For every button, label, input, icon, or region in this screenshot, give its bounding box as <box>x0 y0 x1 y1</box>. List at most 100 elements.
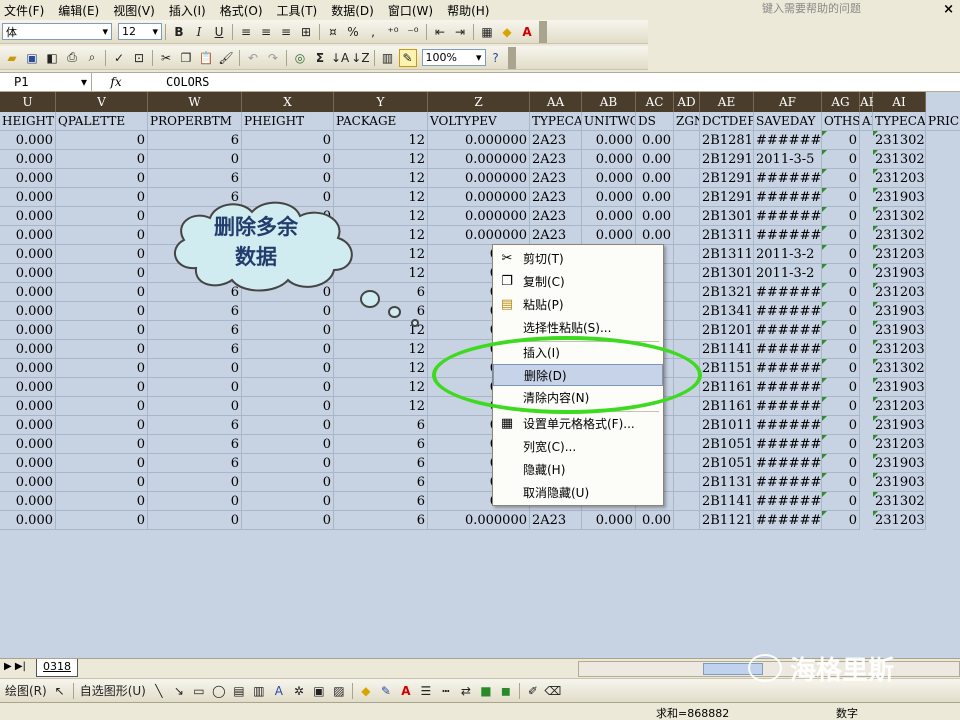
table-cell[interactable]: 231903 <box>873 321 926 340</box>
table-cell[interactable]: 2B1141 <box>700 340 754 359</box>
table-cell[interactable]: 2B1161 <box>700 378 754 397</box>
shadow-icon[interactable]: ■ <box>477 682 495 700</box>
menu-item-format-cells[interactable]: ▦ 设置单元格格式(F)... <box>493 413 663 435</box>
chart-wizard-icon[interactable]: ▥ <box>379 49 397 67</box>
table-cell[interactable]: 6 <box>334 492 428 511</box>
table-cell[interactable] <box>674 150 700 169</box>
table-cell[interactable]: 2011-3-5 <box>754 150 822 169</box>
column-header[interactable]: AB <box>582 92 636 112</box>
field-header-cell[interactable]: PHEIGHT <box>242 112 334 131</box>
comma-button[interactable]: , <box>364 23 382 41</box>
field-header-cell[interactable]: HEIGHT <box>0 112 56 131</box>
table-cell[interactable]: 0 <box>56 492 148 511</box>
table-cell[interactable]: 231302 <box>873 226 926 245</box>
table-cell[interactable]: 0.000 <box>0 283 56 302</box>
table-cell[interactable]: 0.00 <box>636 226 674 245</box>
table-cell[interactable]: 231903 <box>873 302 926 321</box>
table-cell[interactable]: 6 <box>334 511 428 530</box>
picture-icon[interactable]: ▨ <box>330 682 348 700</box>
table-cell[interactable]: 0.000 <box>582 169 636 188</box>
table-cell[interactable]: 2A23 <box>530 511 582 530</box>
3d-icon[interactable]: ◼ <box>497 682 515 700</box>
vertical-textbox-icon[interactable]: ▥ <box>250 682 268 700</box>
table-cell[interactable]: 0 <box>822 454 860 473</box>
merge-center-icon[interactable]: ⊞ <box>297 23 315 41</box>
table-cell[interactable]: 0.000 <box>582 150 636 169</box>
line-icon[interactable]: ╲ <box>150 682 168 700</box>
align-left-icon[interactable]: ≡ <box>237 23 255 41</box>
table-cell[interactable] <box>674 264 700 283</box>
table-cell[interactable]: 12 <box>334 131 428 150</box>
diagram-icon[interactable]: ✲ <box>290 682 308 700</box>
align-center-icon[interactable]: ≡ <box>257 23 275 41</box>
table-cell[interactable]: 0.00 <box>636 131 674 150</box>
table-cell[interactable]: ######## <box>754 207 822 226</box>
print-icon[interactable]: ⎙ <box>63 49 81 67</box>
table-cell[interactable]: 2B1291 <box>700 169 754 188</box>
table-cell[interactable]: 0 <box>822 188 860 207</box>
menu-window[interactable]: 窗口(W) <box>384 2 443 19</box>
font-color-icon[interactable]: A <box>518 23 536 41</box>
name-box[interactable]: P1 ▾ <box>0 73 92 91</box>
dash-style-icon[interactable]: ┅ <box>437 682 455 700</box>
table-cell[interactable]: 0.000 <box>0 416 56 435</box>
table-cell[interactable]: 2B1161 <box>700 397 754 416</box>
menu-item-unhide[interactable]: 取消隐藏(U) <box>493 482 663 504</box>
table-cell[interactable]: 0 <box>56 473 148 492</box>
table-cell[interactable] <box>674 131 700 150</box>
table-cell[interactable]: 2B1291 <box>700 150 754 169</box>
field-header-cell[interactable]: VOLTYPEV <box>428 112 530 131</box>
table-cell[interactable]: 6 <box>334 435 428 454</box>
table-cell[interactable]: 0 <box>822 245 860 264</box>
table-cell[interactable]: 0 <box>56 245 148 264</box>
decrease-decimal-icon[interactable]: ⁻⁰ <box>404 23 422 41</box>
table-cell[interactable]: 6 <box>334 416 428 435</box>
table-cell[interactable]: 0 <box>822 511 860 530</box>
table-cell[interactable] <box>674 302 700 321</box>
autoshapes-button[interactable]: 自选图形(U) <box>78 682 148 700</box>
sort-desc-icon[interactable]: ↓Z <box>351 49 369 67</box>
table-cell[interactable] <box>674 283 700 302</box>
table-cell[interactable]: 0.000 <box>0 340 56 359</box>
eraser-icon[interactable]: ⌫ <box>544 682 562 700</box>
wordart-icon[interactable]: A <box>270 682 288 700</box>
table-cell[interactable]: 6 <box>334 473 428 492</box>
table-cell[interactable]: 0.000 <box>0 473 56 492</box>
column-header[interactable]: AI <box>873 92 926 112</box>
table-cell[interactable]: 231903 <box>873 416 926 435</box>
table-cell[interactable]: 0.00 <box>636 207 674 226</box>
table-cell[interactable]: 6 <box>148 416 242 435</box>
menu-format[interactable]: 格式(O) <box>216 2 273 19</box>
table-cell[interactable]: 231903 <box>873 188 926 207</box>
save-icon[interactable]: ▣ <box>23 49 41 67</box>
table-cell[interactable]: 231302 <box>873 131 926 150</box>
field-header-cell[interactable]: SAVEDAY <box>754 112 822 131</box>
table-cell[interactable]: 231203 <box>873 169 926 188</box>
table-cell[interactable]: 0.00 <box>636 188 674 207</box>
textbox-icon[interactable]: ▤ <box>230 682 248 700</box>
table-cell[interactable]: 0.000 <box>582 511 636 530</box>
table-cell[interactable]: 2B1341 <box>700 302 754 321</box>
table-cell[interactable]: 0 <box>56 150 148 169</box>
table-cell[interactable]: 231302 <box>873 150 926 169</box>
table-cell[interactable]: ######## <box>754 454 822 473</box>
table-cell[interactable]: 0 <box>56 188 148 207</box>
table-cell[interactable]: 0 <box>242 511 334 530</box>
table-cell[interactable]: ######## <box>754 378 822 397</box>
font-name-combo[interactable]: 体 ▾ <box>2 23 112 40</box>
field-header-cell[interactable]: DS <box>636 112 674 131</box>
table-cell[interactable]: ######## <box>754 473 822 492</box>
undo-icon[interactable]: ↶ <box>244 49 262 67</box>
increase-decimal-icon[interactable]: ⁺⁰ <box>384 23 402 41</box>
menu-data[interactable]: 数据(D) <box>327 2 384 19</box>
table-cell[interactable]: 0 <box>242 302 334 321</box>
table-cell[interactable]: 0.000 <box>582 226 636 245</box>
table-cell[interactable]: 0 <box>242 359 334 378</box>
table-cell[interactable]: 0 <box>242 454 334 473</box>
table-cell[interactable] <box>674 435 700 454</box>
table-cell[interactable]: 0 <box>56 207 148 226</box>
table-cell[interactable]: 0 <box>822 283 860 302</box>
table-cell[interactable]: 6 <box>148 340 242 359</box>
table-cell[interactable]: 231203 <box>873 283 926 302</box>
table-cell[interactable]: ######## <box>754 511 822 530</box>
